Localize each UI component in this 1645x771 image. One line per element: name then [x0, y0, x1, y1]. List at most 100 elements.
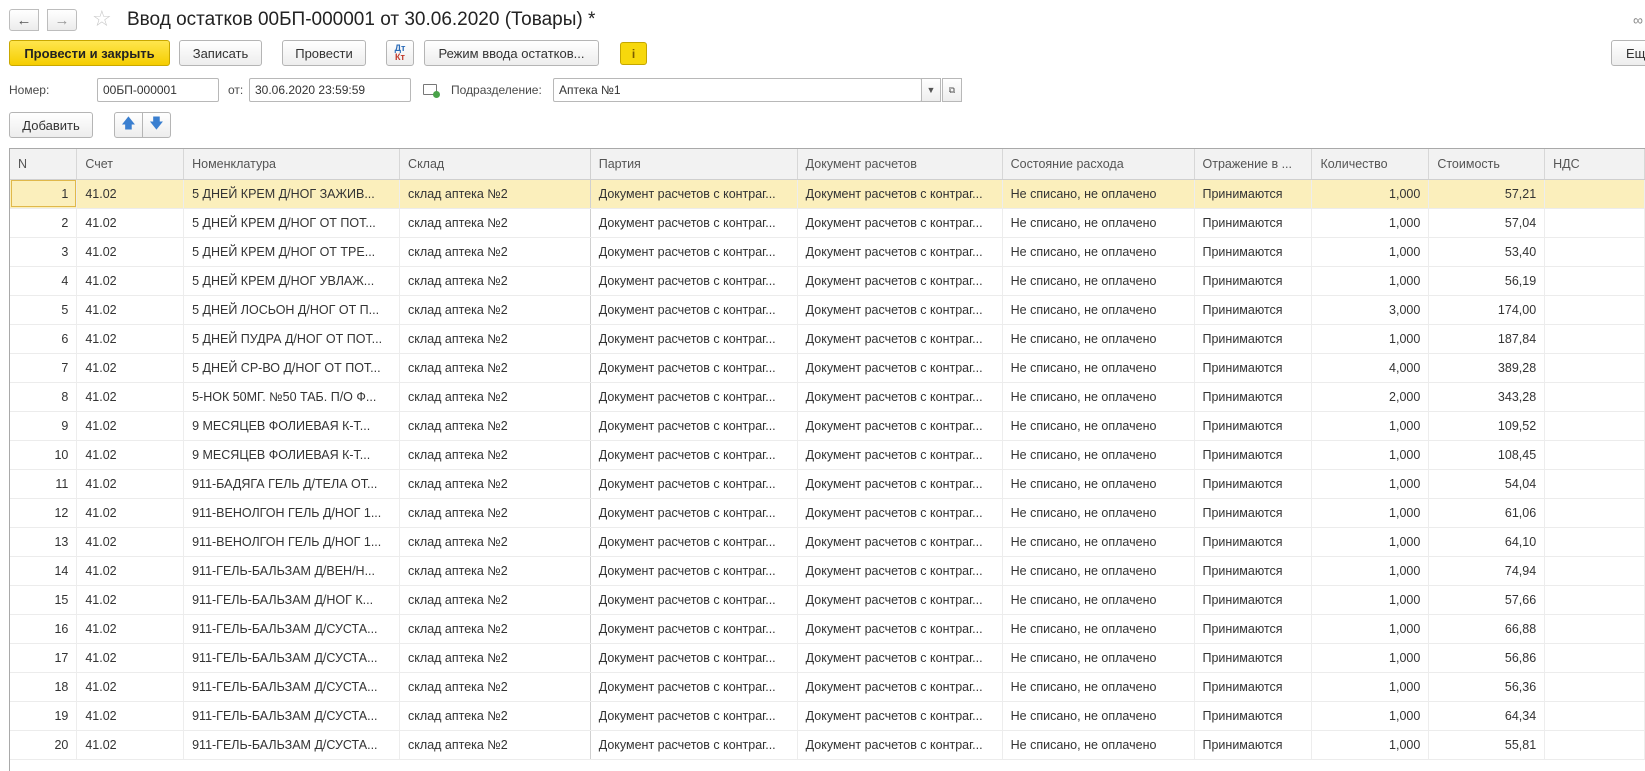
col-nomenclature-cell[interactable]: 5 ДНЕЙ СР-ВО Д/НОГ ОТ ПОТ...	[183, 353, 401, 383]
col-cost-cell[interactable]: 55,81	[1428, 730, 1546, 760]
col-vat-cell[interactable]	[1544, 730, 1645, 760]
info-icon[interactable]: i	[620, 42, 647, 65]
col-account-cell[interactable]: 41.02	[76, 324, 185, 354]
col-warehouse-cell[interactable]: склад аптека №2	[399, 411, 591, 441]
col-batch-cell[interactable]: Документ расчетов с контраг...	[590, 382, 798, 412]
col-quantity-cell[interactable]: 1,000	[1311, 498, 1430, 528]
col-n-cell[interactable]: 4	[10, 266, 78, 296]
col-n-cell[interactable]: 1	[10, 179, 78, 209]
col-settlement-doc-cell[interactable]: Документ расчетов с контраг...	[797, 266, 1003, 296]
col-nomenclature-cell[interactable]: 5 ДНЕЙ КРЕМ Д/НОГ ОТ ПОТ...	[183, 208, 401, 238]
col-settlement-doc-cell[interactable]: Документ расчетов с контраг...	[797, 208, 1003, 238]
col-warehouse-cell[interactable]: склад аптека №2	[399, 295, 591, 325]
table-row[interactable]: 5 41.02 5 ДНЕЙ ЛОСЬОН Д/НОГ ОТ П... склад а…	[10, 295, 1645, 325]
col-quantity-cell[interactable]: 1,000	[1311, 179, 1430, 209]
col-nomenclature-cell[interactable]: 911-ВЕНОЛГОН ГЕЛЬ Д/НОГ 1...	[183, 527, 401, 557]
col-cost-cell[interactable]: 108,45	[1428, 440, 1546, 470]
col-expense-state-cell[interactable]: Не списано, не оплачено	[1002, 614, 1195, 644]
dt-kt-button[interactable]: Дт Кт	[386, 40, 414, 66]
col-settlement-doc-cell[interactable]: Документ расчетов с контраг...	[797, 672, 1003, 702]
col-batch-cell[interactable]: Документ расчетов с контраг...	[590, 730, 798, 760]
col-quantity-header[interactable]: Количество	[1311, 149, 1430, 180]
col-expense-state-cell[interactable]: Не списано, не оплачено	[1002, 353, 1195, 383]
save-button[interactable]: Записать	[179, 40, 262, 66]
col-cost-cell[interactable]: 57,21	[1428, 179, 1546, 209]
forward-button[interactable]: →	[47, 9, 77, 31]
col-batch-cell[interactable]: Документ расчетов с контраг...	[590, 643, 798, 673]
arrow-down-icon[interactable]: 🡇	[142, 112, 171, 138]
table-row[interactable]: 9 41.02 9 МЕСЯЦЕВ ФОЛИЕВАЯ К-Т... склад апт…	[10, 411, 1645, 441]
col-quantity-cell[interactable]: 1,000	[1311, 411, 1430, 441]
col-nomenclature-cell[interactable]: 9 МЕСЯЦЕВ ФОЛИЕВАЯ К-Т...	[183, 411, 401, 441]
col-vat-cell[interactable]	[1544, 643, 1645, 673]
col-warehouse-cell[interactable]: склад аптека №2	[399, 440, 591, 470]
col-account-cell[interactable]: 41.02	[76, 730, 185, 760]
col-settlement-doc-cell[interactable]: Документ расчетов с контраг...	[797, 353, 1003, 383]
col-cost-cell[interactable]: 56,86	[1428, 643, 1546, 673]
col-nomenclature-cell[interactable]: 5 ДНЕЙ ЛОСЬОН Д/НОГ ОТ П...	[183, 295, 401, 325]
table-row[interactable]: 19 41.02 911-ГЕЛЬ-БАЛЬЗАМ Д/СУСТА... склад …	[10, 701, 1645, 731]
col-reflection-header[interactable]: Отражение в ...	[1194, 149, 1313, 180]
col-reflection-cell[interactable]: Принимаются	[1194, 353, 1313, 383]
col-n-cell[interactable]: 18	[10, 672, 78, 702]
col-nomenclature-cell[interactable]: 5 ДНЕЙ ПУДРА Д/НОГ ОТ ПОТ...	[183, 324, 401, 354]
col-reflection-cell[interactable]: Принимаются	[1194, 672, 1313, 702]
col-account-cell[interactable]: 41.02	[76, 469, 185, 499]
col-quantity-cell[interactable]: 1,000	[1311, 730, 1430, 760]
col-expense-state-cell[interactable]: Не списано, не оплачено	[1002, 556, 1195, 586]
col-batch-cell[interactable]: Документ расчетов с контраг...	[590, 295, 798, 325]
col-expense-state-cell[interactable]: Не списано, не оплачено	[1002, 179, 1195, 209]
table-row[interactable]: 7 41.02 5 ДНЕЙ СР-ВО Д/НОГ ОТ ПОТ... склад …	[10, 353, 1645, 383]
col-warehouse-cell[interactable]: склад аптека №2	[399, 701, 591, 731]
col-nomenclature-cell[interactable]: 911-ГЕЛЬ-БАЛЬЗАМ Д/СУСТА...	[183, 730, 401, 760]
link-icon[interactable]: ∞	[1633, 12, 1643, 28]
col-reflection-cell[interactable]: Принимаются	[1194, 411, 1313, 441]
col-batch-header[interactable]: Партия	[590, 149, 798, 180]
col-vat-cell[interactable]	[1544, 469, 1645, 499]
col-n-header[interactable]: N	[10, 149, 78, 180]
table-row[interactable]: 15 41.02 911-ГЕЛЬ-БАЛЬЗАМ Д/НОГ К... склад …	[10, 585, 1645, 615]
add-button[interactable]: Добавить	[9, 112, 93, 138]
col-batch-cell[interactable]: Документ расчетов с контраг...	[590, 324, 798, 354]
col-expense-state-cell[interactable]: Не списано, не оплачено	[1002, 643, 1195, 673]
col-nomenclature-cell[interactable]: 911-ГЕЛЬ-БАЛЬЗАМ Д/НОГ К...	[183, 585, 401, 615]
table-row[interactable]: 10 41.02 9 МЕСЯЦЕВ ФОЛИЕВАЯ К-Т... склад ап…	[10, 440, 1645, 470]
col-cost-cell[interactable]: 389,28	[1428, 353, 1546, 383]
col-reflection-cell[interactable]: Принимаются	[1194, 266, 1313, 296]
col-nomenclature-cell[interactable]: 911-БАДЯГА ГЕЛЬ Д/ТЕЛА ОТ...	[183, 469, 401, 499]
col-settlement-doc-cell[interactable]: Документ расчетов с контраг...	[797, 730, 1003, 760]
col-vat-cell[interactable]	[1544, 295, 1645, 325]
post-and-close-button[interactable]: Провести и закрыть	[9, 40, 170, 66]
col-expense-state-cell[interactable]: Не списано, не оплачено	[1002, 498, 1195, 528]
col-vat-cell[interactable]	[1544, 556, 1645, 586]
col-account-cell[interactable]: 41.02	[76, 382, 185, 412]
col-quantity-cell[interactable]: 1,000	[1311, 469, 1430, 499]
col-reflection-cell[interactable]: Принимаются	[1194, 730, 1313, 760]
table-row[interactable]: 17 41.02 911-ГЕЛЬ-БАЛЬЗАМ Д/СУСТА... склад …	[10, 643, 1645, 673]
col-n-cell[interactable]: 16	[10, 614, 78, 644]
col-batch-cell[interactable]: Документ расчетов с контраг...	[590, 585, 798, 615]
col-vat-cell[interactable]	[1544, 324, 1645, 354]
col-vat-cell[interactable]	[1544, 585, 1645, 615]
col-quantity-cell[interactable]: 1,000	[1311, 440, 1430, 470]
col-cost-cell[interactable]: 343,28	[1428, 382, 1546, 412]
open-icon[interactable]: ⧉	[942, 78, 962, 102]
col-n-cell[interactable]: 5	[10, 295, 78, 325]
col-cost-cell[interactable]: 74,94	[1428, 556, 1546, 586]
division-field[interactable]: Аптека №1	[553, 78, 922, 102]
col-warehouse-cell[interactable]: склад аптека №2	[399, 353, 591, 383]
col-batch-cell[interactable]: Документ расчетов с контраг...	[590, 614, 798, 644]
col-batch-cell[interactable]: Документ расчетов с контраг...	[590, 701, 798, 731]
col-cost-cell[interactable]: 109,52	[1428, 411, 1546, 441]
table-row[interactable]: 14 41.02 911-ГЕЛЬ-БАЛЬЗАМ Д/ВЕН/Н... склад …	[10, 556, 1645, 586]
col-warehouse-cell[interactable]: склад аптека №2	[399, 527, 591, 557]
col-quantity-cell[interactable]: 1,000	[1311, 556, 1430, 586]
col-account-cell[interactable]: 41.02	[76, 498, 185, 528]
col-cost-cell[interactable]: 57,66	[1428, 585, 1546, 615]
col-account-cell[interactable]: 41.02	[76, 701, 185, 731]
col-cost-cell[interactable]: 56,19	[1428, 266, 1546, 296]
col-quantity-cell[interactable]: 3,000	[1311, 295, 1430, 325]
col-nomenclature-cell[interactable]: 5-НОК 50МГ. №50 ТАБ. П/О Ф...	[183, 382, 401, 412]
col-settlement-doc-cell[interactable]: Документ расчетов с контраг...	[797, 469, 1003, 499]
col-warehouse-cell[interactable]: склад аптека №2	[399, 179, 591, 209]
